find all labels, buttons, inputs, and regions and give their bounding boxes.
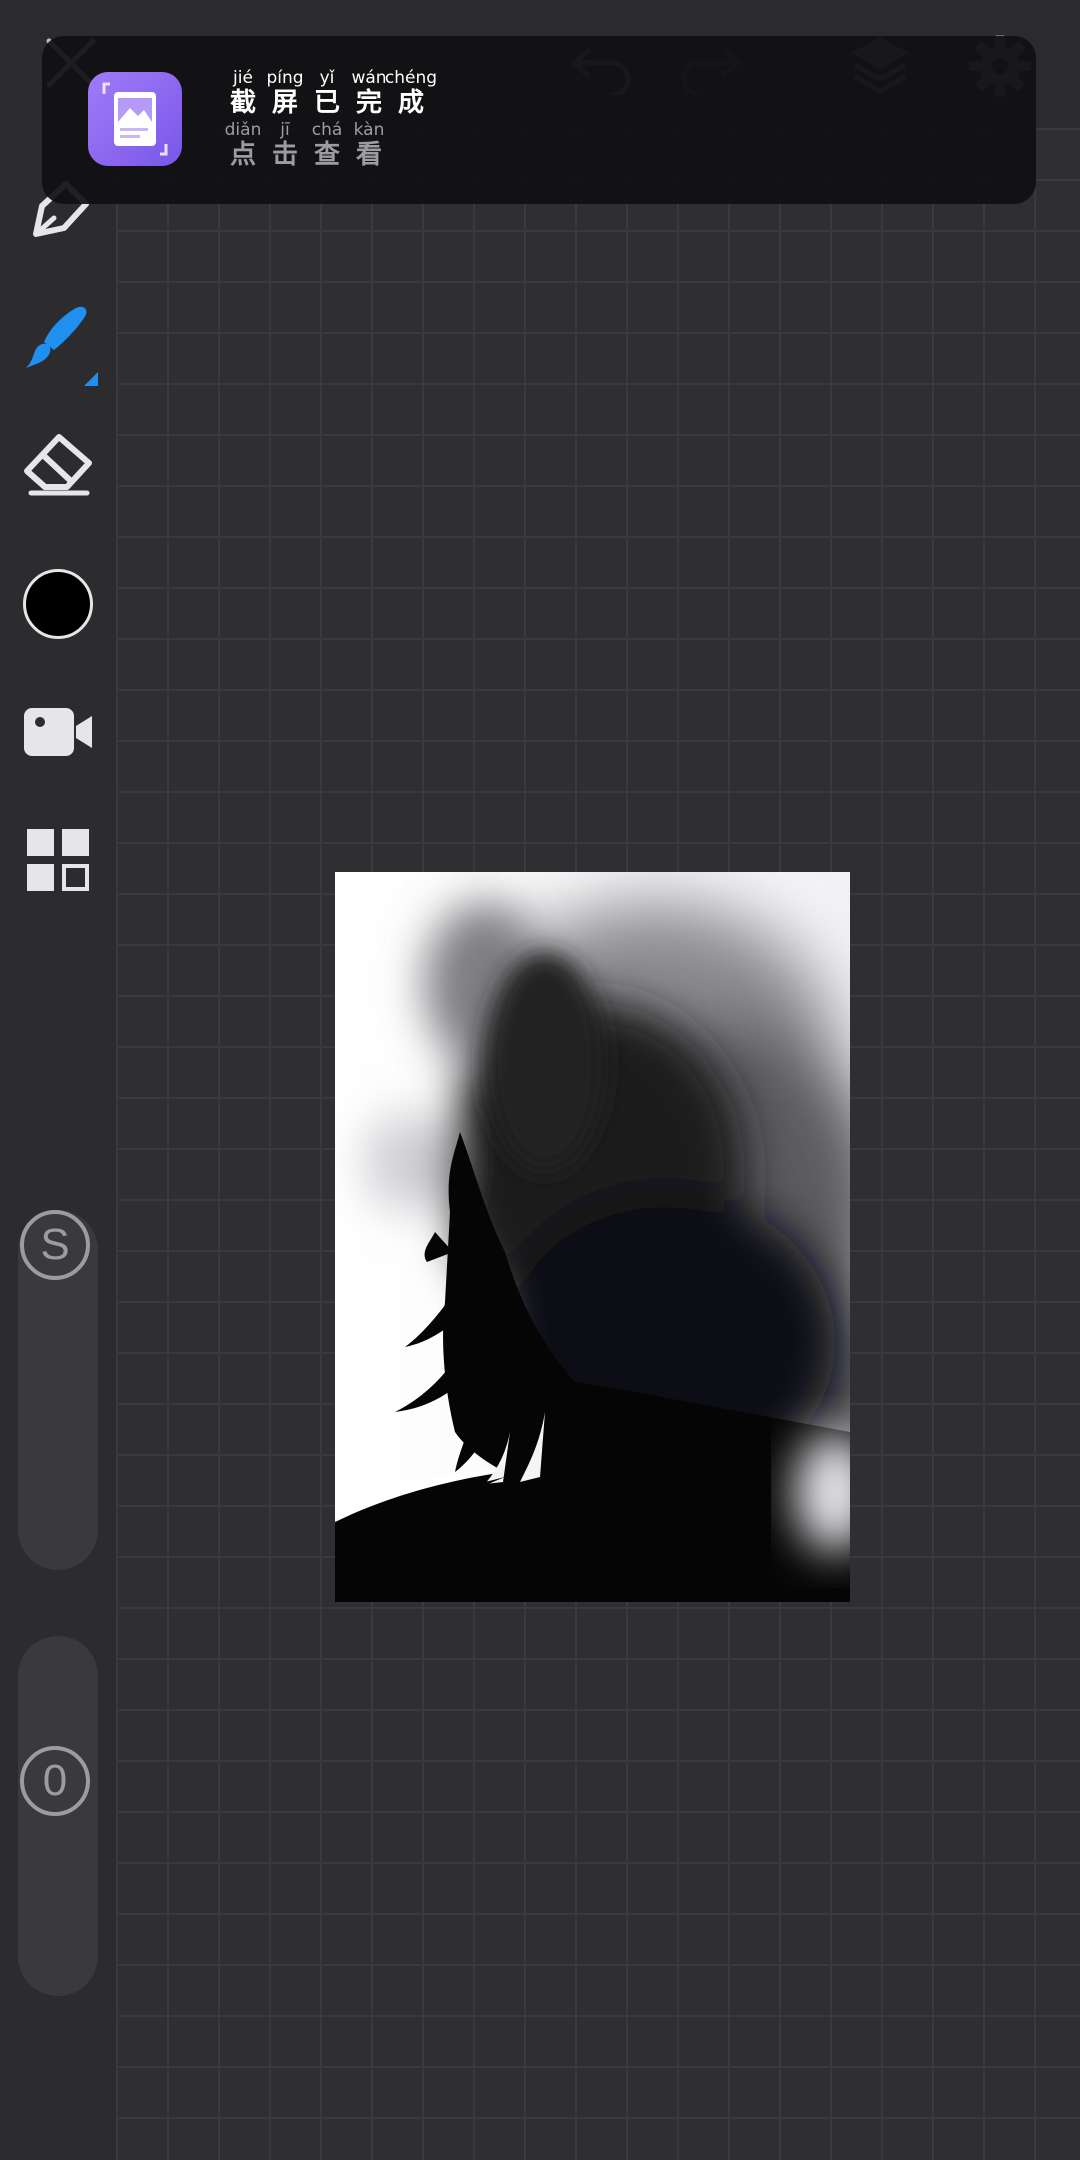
ruby-character: píng 屏 bbox=[264, 68, 306, 118]
pinyin-text: wán bbox=[351, 68, 387, 88]
left-toolbar: S 0 bbox=[0, 128, 116, 2160]
ruby-character: jié 截 bbox=[222, 68, 264, 118]
color-picker-button[interactable] bbox=[14, 560, 102, 648]
pinyin-text: kàn bbox=[353, 120, 385, 140]
hanzi-text: 看 bbox=[355, 140, 382, 170]
grid-layout-icon bbox=[27, 829, 89, 891]
smudge-brush-icon bbox=[26, 306, 87, 368]
ruby-character: chá 查 bbox=[306, 120, 348, 170]
brush-size-label: S bbox=[40, 1220, 70, 1269]
active-tool-indicator bbox=[84, 372, 98, 386]
brush-opacity-slider[interactable]: 0 bbox=[18, 1636, 98, 1996]
hanzi-text: 截 bbox=[229, 88, 256, 118]
pinyin-text: jī bbox=[280, 120, 290, 140]
artwork-canvas[interactable] bbox=[335, 872, 850, 1602]
ruby-character: jī 击 bbox=[264, 120, 306, 170]
pinyin-text: diǎn bbox=[224, 120, 262, 140]
hanzi-text: 点 bbox=[229, 140, 256, 170]
screenshot-gallery-icon bbox=[88, 72, 182, 166]
pinyin-text: jié bbox=[233, 68, 253, 88]
eraser-icon bbox=[24, 434, 92, 496]
brush-size-slider[interactable]: S bbox=[18, 1210, 98, 1570]
gallery-grid-button[interactable] bbox=[14, 816, 102, 904]
pinyin-text: yǐ bbox=[319, 68, 335, 88]
ruby-character: chéng 成 bbox=[385, 68, 437, 118]
drawing-app: S 0 jié 截 píng 屏 yǐ 已 wán 完 chéng 成 diǎn 点 jī 击 chá 查 k… bbox=[0, 0, 1080, 2160]
color-swatch bbox=[23, 569, 93, 639]
ruby-character: diǎn 点 bbox=[222, 120, 264, 170]
hanzi-text: 击 bbox=[271, 140, 298, 170]
smudge-tool-button[interactable] bbox=[14, 294, 102, 382]
video-record-button[interactable] bbox=[14, 688, 102, 776]
hanzi-text: 查 bbox=[313, 140, 340, 170]
pinyin-text: píng bbox=[266, 68, 304, 88]
brush-opacity-knob[interactable]: 0 bbox=[20, 1746, 90, 1816]
ruby-character: yǐ 已 bbox=[306, 68, 348, 118]
brush-size-knob[interactable]: S bbox=[20, 1210, 90, 1280]
video-record-icon bbox=[24, 708, 92, 756]
hanzi-text: 已 bbox=[313, 88, 340, 118]
artwork-image bbox=[335, 872, 850, 1602]
hanzi-text: 完 bbox=[355, 88, 382, 118]
ruby-character: kàn 看 bbox=[348, 120, 390, 170]
ruby-character: wán 完 bbox=[348, 68, 390, 118]
pinyin-text: chéng bbox=[384, 68, 438, 88]
hanzi-text: 成 bbox=[397, 88, 424, 118]
brush-opacity-label: 0 bbox=[42, 1756, 68, 1805]
eraser-tool-button[interactable] bbox=[14, 418, 102, 506]
notification-subtitle: diǎn 点 jī 击 chá 查 kàn 看 bbox=[222, 120, 390, 170]
hanzi-text: 屏 bbox=[271, 88, 298, 118]
screenshot-notification[interactable]: jié 截 píng 屏 yǐ 已 wán 完 chéng 成 diǎn 点 jī 击 chá 查 kàn 看 bbox=[42, 36, 1036, 204]
pinyin-text: chá bbox=[311, 120, 343, 140]
notification-title: jié 截 píng 屏 yǐ 已 wán 完 chéng 成 bbox=[222, 68, 437, 118]
